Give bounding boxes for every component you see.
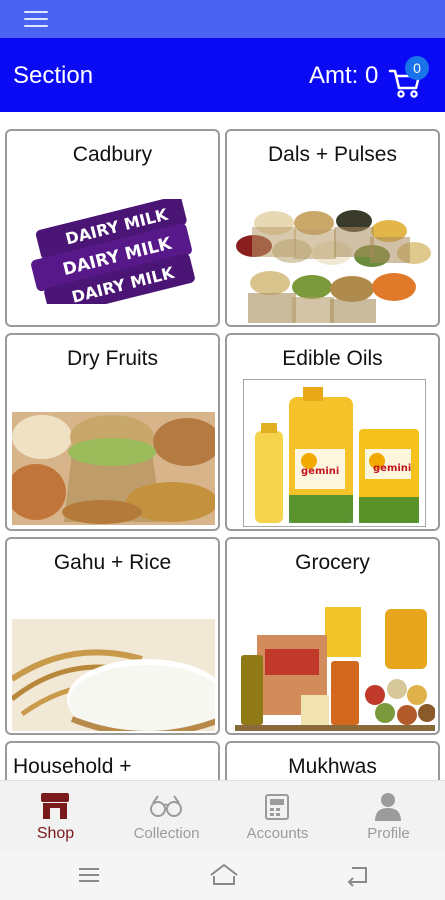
cadbury-image: DAIRY MILK DAIRY MILK DAIRY MILK [31, 199, 195, 304]
nav-label: Shop [36, 825, 75, 842]
amount-label: Amt: 0 [309, 62, 379, 89]
category-card-cadbury[interactable]: Cadbury DAIRY MILK DAIRY MILK DAIRY MILK [5, 129, 220, 327]
home-icon[interactable] [208, 862, 240, 888]
nav-item-shop[interactable]: Shop [0, 781, 111, 851]
svg-text:gemini: gemini [301, 466, 339, 477]
category-label: Dry Fruits [67, 347, 158, 370]
category-label: Mukhwas [288, 755, 377, 778]
nav-item-profile[interactable]: Profile [333, 781, 444, 851]
nav-label: Collection [133, 825, 200, 842]
category-card-household[interactable]: Household + [5, 741, 220, 780]
category-label: Edible Oils [282, 347, 383, 370]
back-icon[interactable] [344, 862, 372, 888]
category-card-dry-fruits[interactable]: Dry Fruits [5, 333, 220, 531]
bottom-navigation: Shop Collection Accounts Profile [0, 780, 445, 850]
dry-fruits-image [12, 412, 215, 525]
category-card-mukhwas[interactable]: Mukhwas [225, 741, 440, 780]
system-navigation-bar [0, 850, 445, 900]
status-bar [0, 0, 445, 38]
edible-oils-image: gemini gemini [243, 379, 426, 527]
nav-label: Accounts [246, 825, 309, 842]
recent-apps-icon[interactable] [75, 862, 103, 888]
category-card-gahu-rice[interactable]: Gahu + Rice [5, 537, 220, 735]
profile-icon [375, 793, 401, 821]
category-card-edible-oils[interactable]: Edible Oils gemini gemini [225, 333, 440, 531]
category-card-dals-pulses[interactable]: Dals + Pulses [225, 129, 440, 327]
category-card-grocery[interactable]: Grocery [225, 537, 440, 735]
nav-item-accounts[interactable]: Accounts [222, 781, 333, 851]
category-label: Grocery [295, 551, 370, 574]
category-grid: Cadbury DAIRY MILK DAIRY MILK DAIRY MILK… [0, 112, 445, 780]
category-label: Dals + Pulses [268, 143, 397, 166]
category-label: Household + [13, 755, 132, 778]
nav-item-collection[interactable]: Collection [111, 781, 222, 851]
category-label: Gahu + Rice [53, 551, 172, 574]
grocery-image [235, 599, 435, 731]
page-title: Section [13, 62, 94, 89]
app-bar: Section Amt: 0 0 [0, 38, 445, 112]
menu-icon[interactable] [24, 11, 48, 27]
shop-icon [41, 793, 69, 819]
rice-image [12, 619, 215, 731]
cart-count-badge: 0 [405, 56, 429, 80]
category-label: Cadbury [72, 143, 153, 166]
svg-text:gemini: gemini [373, 463, 411, 474]
pulses-image [234, 201, 434, 323]
nav-label: Profile [367, 825, 410, 842]
accounts-icon [265, 794, 289, 820]
glasses-icon [150, 795, 182, 817]
